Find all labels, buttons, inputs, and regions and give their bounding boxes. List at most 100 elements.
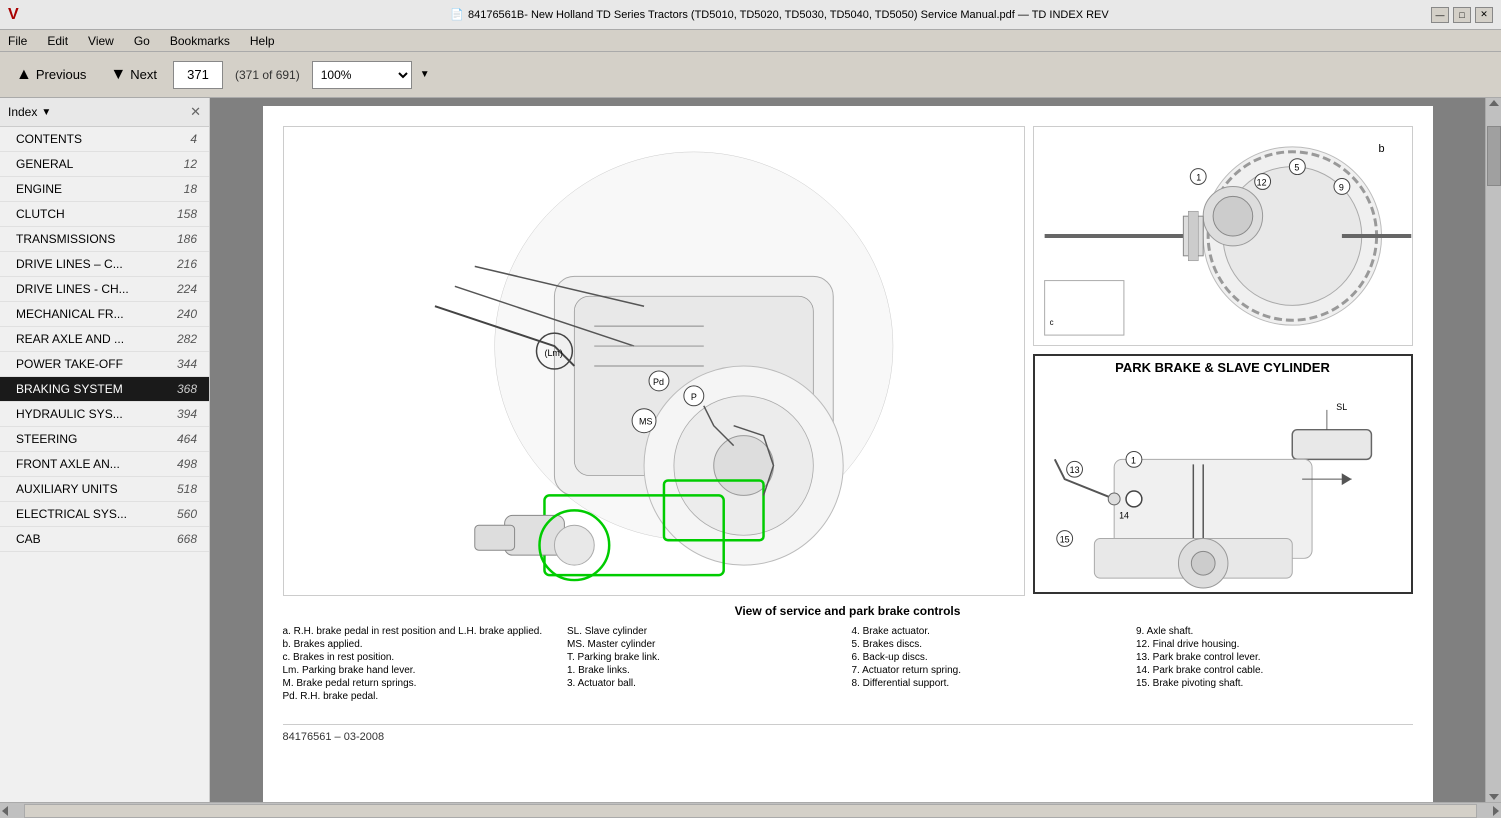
legend-item: Pd. R.H. brake pedal. [283, 691, 560, 702]
sidebar-item-label: ELECTRICAL SYS... [16, 507, 127, 521]
zoom-dropdown-icon: ▼ [420, 69, 430, 80]
scroll-left-arrow[interactable] [2, 806, 8, 816]
sidebar-item-power_take_off[interactable]: POWER TAKE-OFF344 [0, 352, 209, 377]
scroll-thumb[interactable] [1487, 126, 1501, 186]
close-button[interactable]: ✕ [1475, 7, 1493, 23]
sidebar-item-page: 4 [190, 132, 197, 146]
sidebar-close-button[interactable]: ✕ [190, 104, 201, 120]
sidebar-header: Index ▼ ✕ [0, 98, 209, 127]
sidebar-item-label: CAB [16, 532, 41, 546]
footer-date: 03-2008 [344, 731, 384, 743]
main-container: Index ▼ ✕ CONTENTS4GENERAL12ENGINE18CLUT… [0, 98, 1501, 802]
menu-edit[interactable]: Edit [43, 32, 72, 50]
sidebar-item-contents[interactable]: CONTENTS4 [0, 127, 209, 152]
sidebar-item-label: DRIVE LINES – C... [16, 257, 123, 271]
legend-item: 15. Brake pivoting shaft. [1136, 678, 1413, 689]
right-diagrams: b [1033, 126, 1413, 596]
toolbar: ▲ Previous ▼ Next (371 of 691) 100% 50% … [0, 52, 1501, 98]
doc-icon: 📄 [450, 8, 464, 21]
sidebar-item-braking_system[interactable]: BRAKING SYSTEM 368 [0, 377, 209, 402]
legend-col-4: 9. Axle shaft. 12. Final drive housing. … [1136, 626, 1413, 704]
legend-item: Lm. Parking brake hand lever. [283, 665, 560, 676]
legend-col-1: a. R.H. brake pedal in rest position and… [283, 626, 560, 704]
legend-item: M. Brake pedal return springs. [283, 678, 560, 689]
sidebar: Index ▼ ✕ CONTENTS4GENERAL12ENGINE18CLUT… [0, 98, 210, 802]
sidebar-item-cab[interactable]: CAB 668 [0, 527, 209, 552]
window-title: 📄 84176561B- New Holland TD Series Tract… [450, 8, 1108, 21]
sidebar-item-page: 498 [177, 457, 197, 471]
svg-text:b: b [1378, 143, 1384, 155]
sidebar-item-label: REAR AXLE AND ... [16, 332, 124, 346]
horizontal-scrollbar[interactable] [0, 802, 1501, 818]
svg-text:12: 12 [1256, 177, 1266, 187]
content-area[interactable]: (Lm) MS P Pd [210, 98, 1485, 802]
minimize-button[interactable]: — [1431, 7, 1449, 23]
scroll-down-arrow[interactable] [1489, 794, 1499, 800]
sidebar-item-page: 216 [177, 257, 197, 271]
sidebar-item-mechanical_fr___[interactable]: MECHANICAL FR...240 [0, 302, 209, 327]
svg-text:MS: MS [639, 417, 652, 427]
legend-item: a. R.H. brake pedal in rest position and… [283, 626, 560, 637]
next-button[interactable]: ▼ Next [102, 62, 165, 88]
park-brake-diagram: PARK BRAKE & SLAVE CYLINDER SL 14 [1033, 354, 1413, 594]
sidebar-item-drive_lines___c___[interactable]: DRIVE LINES – C... 216 [0, 252, 209, 277]
menu-go[interactable]: Go [130, 32, 154, 50]
window-controls[interactable]: — □ ✕ [1431, 7, 1493, 23]
sidebar-item-page: 282 [177, 332, 197, 346]
sidebar-item-label: BRAKING SYSTEM [16, 382, 123, 396]
legend-item: 7. Actuator return spring. [852, 665, 1129, 676]
page-info: (371 of 691) [231, 68, 304, 82]
svg-text:9: 9 [1338, 182, 1343, 192]
legend-item: 6. Back-up discs. [852, 652, 1129, 663]
svg-text:5: 5 [1294, 163, 1299, 173]
legend-item: 9. Axle shaft. [1136, 626, 1413, 637]
menu-bookmarks[interactable]: Bookmarks [166, 32, 234, 50]
scroll-right-arrow[interactable] [1493, 806, 1499, 816]
legend-item: MS. Master cylinder [567, 639, 844, 650]
vertical-scrollbar[interactable] [1485, 98, 1501, 802]
sidebar-item-engine[interactable]: ENGINE18 [0, 177, 209, 202]
page-number-input[interactable] [173, 61, 223, 89]
sidebar-item-general[interactable]: GENERAL12 [0, 152, 209, 177]
svg-text:SL: SL [1336, 402, 1347, 412]
sidebar-item-auxiliary_units[interactable]: AUXILIARY UNITS518 [0, 477, 209, 502]
menu-view[interactable]: View [84, 32, 118, 50]
sidebar-item-clutch[interactable]: CLUTCH158 [0, 202, 209, 227]
legend-item: 1. Brake links. [567, 665, 844, 676]
sidebar-dropdown-icon[interactable]: ▼ [41, 107, 51, 118]
sidebar-item-page: 560 [177, 507, 197, 521]
sidebar-item-drive_lines___ch___[interactable]: DRIVE LINES - CH...224 [0, 277, 209, 302]
legend-item: 3. Actuator ball. [567, 678, 844, 689]
zoom-select[interactable]: 100% 50% 75% 125% 150% 200% [312, 61, 412, 89]
page-document: (Lm) MS P Pd [263, 106, 1433, 802]
legend-item: 13. Park brake control lever. [1136, 652, 1413, 663]
svg-text:c: c [1049, 318, 1053, 327]
svg-text:14: 14 [1119, 511, 1129, 521]
h-scroll-track[interactable] [24, 804, 1477, 818]
menu-bar: File Edit View Go Bookmarks Help [0, 30, 1501, 52]
sidebar-item-rear_axle_and____[interactable]: REAR AXLE AND ... 282 [0, 327, 209, 352]
sidebar-item-page: 394 [177, 407, 197, 421]
previous-button[interactable]: ▲ Previous [8, 62, 94, 88]
sidebar-item-hydraulic_sys___[interactable]: HYDRAULIC SYS...394 [0, 402, 209, 427]
menu-file[interactable]: File [4, 32, 31, 50]
svg-text:(Lm): (Lm) [544, 348, 562, 358]
sidebar-item-transmissions[interactable]: TRANSMISSIONS186 [0, 227, 209, 252]
maximize-button[interactable]: □ [1453, 7, 1471, 23]
footer-doc-number: 84176561 [283, 731, 332, 743]
app-logo-icon: V [8, 6, 19, 24]
menu-help[interactable]: Help [246, 32, 279, 50]
footer-separator: – [335, 731, 341, 743]
sidebar-item-front_axle_an___[interactable]: FRONT AXLE AN... 498 [0, 452, 209, 477]
sidebar-item-electrical_sys___[interactable]: ELECTRICAL SYS... 560 [0, 502, 209, 527]
sidebar-item-label: DRIVE LINES - CH... [16, 282, 129, 296]
sidebar-item-page: 464 [177, 432, 197, 446]
sidebar-item-steering[interactable]: STEERING 464 [0, 427, 209, 452]
sidebar-item-label: STEERING [16, 432, 77, 446]
legend-item: T. Parking brake link. [567, 652, 844, 663]
sidebar-item-page: 368 [177, 382, 197, 396]
sidebar-item-label: FRONT AXLE AN... [16, 457, 120, 471]
scroll-up-arrow[interactable] [1489, 100, 1499, 106]
sidebar-item-page: 668 [177, 532, 197, 546]
svg-text:1: 1 [1130, 455, 1135, 465]
